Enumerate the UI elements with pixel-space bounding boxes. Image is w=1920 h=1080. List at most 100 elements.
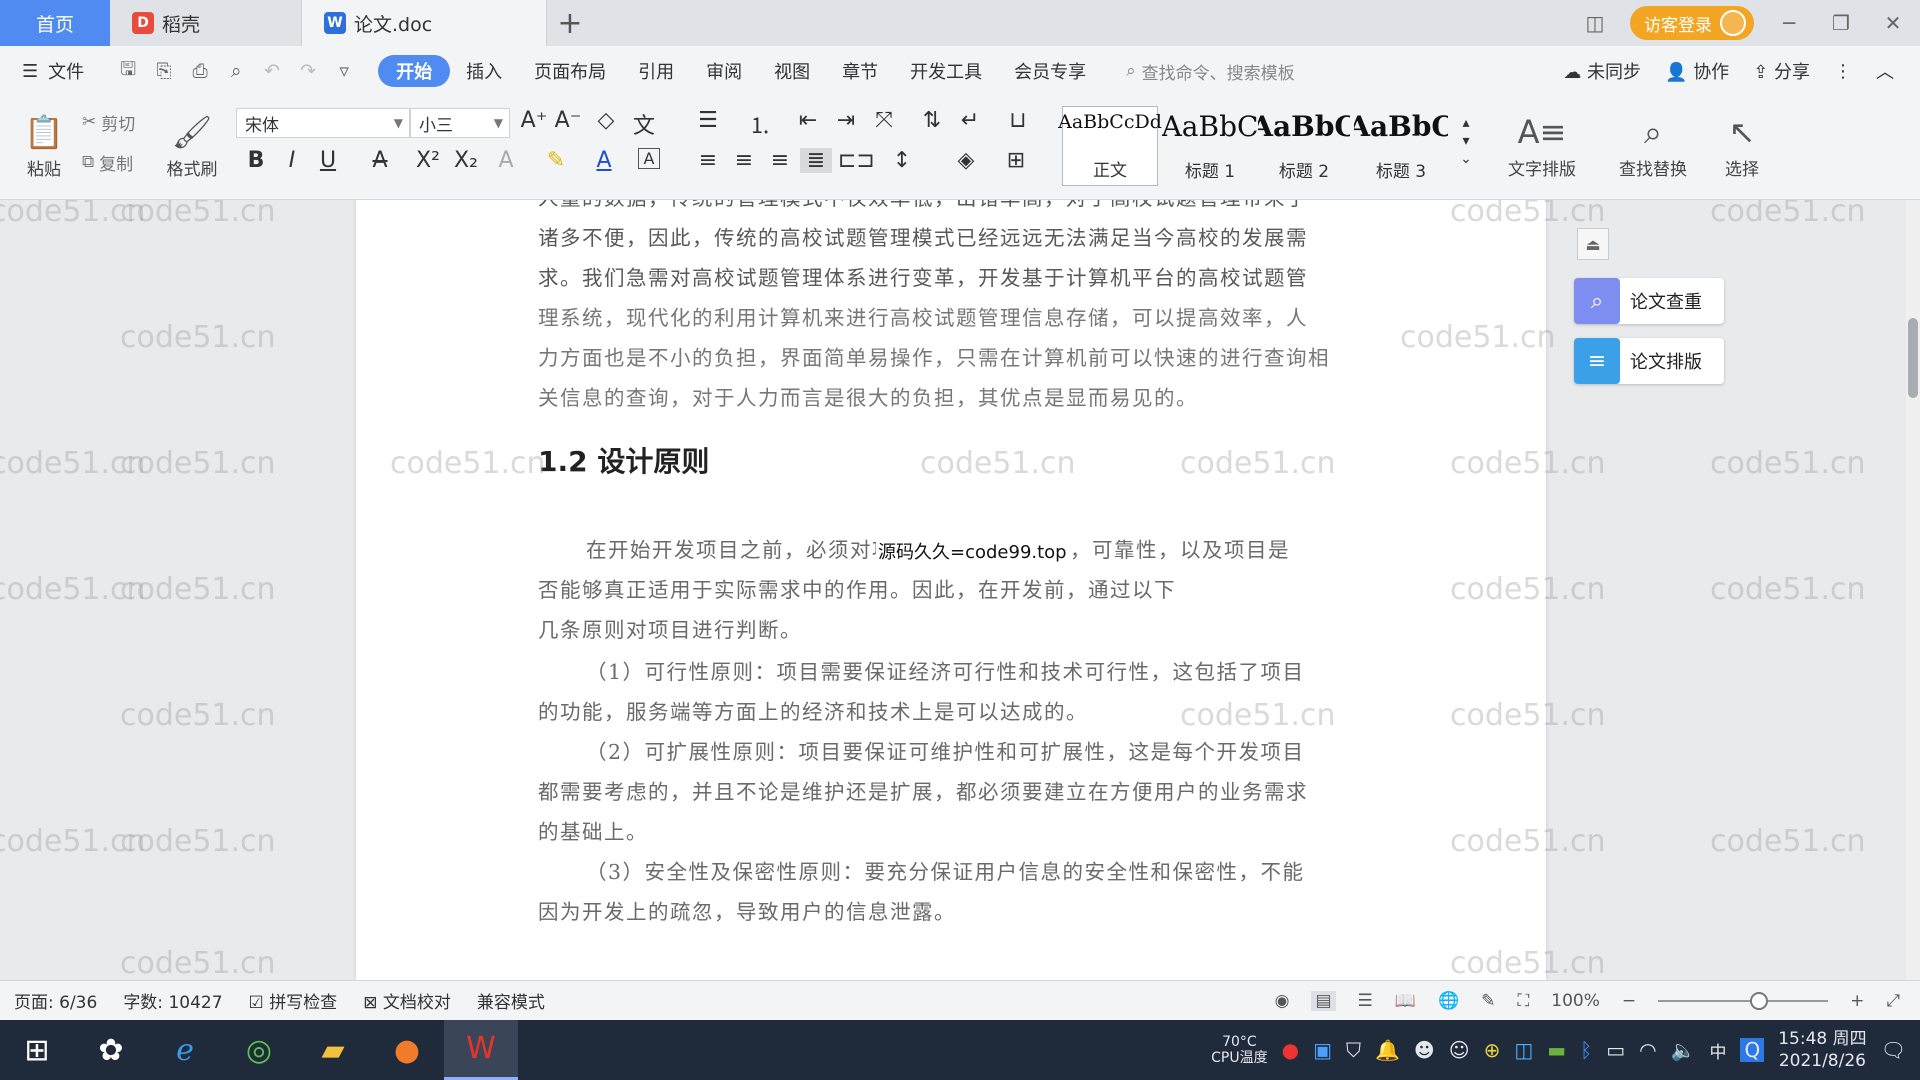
char-border-icon[interactable]: A bbox=[638, 148, 660, 169]
shading-icon[interactable]: ◈ bbox=[950, 148, 982, 173]
annotation-pen-icon[interactable]: ✎ bbox=[1481, 991, 1495, 1011]
vertical-scrollbar[interactable] bbox=[1906, 200, 1920, 980]
line-spacing-icon[interactable]: ↕ bbox=[886, 148, 918, 173]
styles-scroll-icon[interactable]: ▴ ▾ ⌄ bbox=[1450, 114, 1482, 168]
file-explorer-icon[interactable]: ▰ bbox=[296, 1020, 370, 1080]
fit-page-icon[interactable]: ⛶ bbox=[1517, 991, 1529, 1011]
file-menu[interactable]: ☰ 文件 bbox=[22, 58, 84, 84]
decrease-indent-icon[interactable]: ⇤ bbox=[792, 108, 824, 133]
subscript-icon[interactable]: X₂ bbox=[450, 148, 482, 173]
borders-icon[interactable]: ⊞ bbox=[1000, 148, 1032, 173]
browser-360-icon[interactable]: ◎ bbox=[222, 1020, 296, 1080]
scrollbar-thumb[interactable] bbox=[1908, 318, 1918, 398]
menu-developer[interactable]: 开发工具 bbox=[894, 55, 998, 87]
redo-icon[interactable]: ↷ bbox=[290, 60, 326, 82]
font-size-select[interactable]: 小三 ▼ bbox=[410, 108, 510, 138]
tray-shield-icon[interactable]: ⛉ bbox=[1346, 1038, 1361, 1062]
tray-qq-icon[interactable]: ☻ bbox=[1414, 1038, 1435, 1062]
decrease-font-icon[interactable]: A⁻ bbox=[552, 108, 584, 133]
style-heading1[interactable]: AaBbC 标题 1 bbox=[1162, 106, 1258, 186]
ie-browser-icon[interactable]: ℯ bbox=[148, 1020, 222, 1080]
align-center-icon[interactable]: ≡ bbox=[728, 148, 760, 173]
reading-view-icon[interactable]: 📖 bbox=[1395, 991, 1416, 1011]
eye-protection-icon[interactable]: ◉ bbox=[1275, 991, 1290, 1011]
reading-layout-icon[interactable]: ◫ bbox=[1578, 11, 1612, 35]
volume-icon[interactable]: 🔈 bbox=[1671, 1038, 1696, 1062]
game-app-icon[interactable]: ● bbox=[370, 1020, 444, 1080]
menu-insert[interactable]: 插入 bbox=[450, 55, 518, 87]
text-layout-button[interactable]: A≡ 文字排版 bbox=[1494, 104, 1590, 190]
restore-icon[interactable]: ❐ bbox=[1824, 11, 1858, 35]
paper-check-button[interactable]: ⌕ 论文查重 bbox=[1574, 278, 1724, 324]
zoom-level[interactable]: 100% bbox=[1551, 991, 1600, 1011]
windows-start-icon[interactable]: ⊞ bbox=[0, 1020, 74, 1080]
justify-icon[interactable]: ≣ bbox=[800, 148, 832, 173]
tab-document[interactable]: W 论文.doc bbox=[302, 0, 547, 46]
style-heading2[interactable]: AaBbC 标题 2 bbox=[1258, 106, 1350, 186]
spell-check-button[interactable]: ☑ 拼写检查 bbox=[249, 988, 338, 1013]
web-view-icon[interactable]: 🌐 bbox=[1438, 991, 1459, 1011]
new-tab-button[interactable]: + bbox=[547, 0, 593, 46]
distribute-icon[interactable]: ⊏⊐ bbox=[838, 148, 875, 173]
command-search[interactable]: ⌕ 查找命令、搜索模板 bbox=[1126, 59, 1295, 84]
bluetooth-icon[interactable]: ᛒ bbox=[1580, 1038, 1592, 1062]
cpu-temperature[interactable]: 70°C CPU温度 bbox=[1211, 1034, 1267, 1066]
font-name-select[interactable]: 宋体 ▼ bbox=[236, 108, 410, 138]
battery-icon[interactable]: ▭ bbox=[1606, 1038, 1625, 1062]
show-marks-icon[interactable]: ↵ bbox=[954, 108, 986, 133]
export-icon[interactable]: ⎘ bbox=[146, 60, 182, 82]
undo-icon[interactable]: ↶ bbox=[254, 60, 290, 82]
tab-stop-icon[interactable]: ⊔ bbox=[1002, 108, 1034, 133]
page-view-icon[interactable]: ▤ bbox=[1311, 990, 1336, 1011]
doc-proof-button[interactable]: ⊠ 文档校对 bbox=[363, 988, 451, 1013]
wps-writer-icon[interactable]: W bbox=[444, 1020, 518, 1080]
tab-home[interactable]: 首页 bbox=[0, 0, 110, 46]
menu-review[interactable]: 审阅 bbox=[690, 55, 758, 87]
align-right-icon[interactable]: ≡ bbox=[764, 148, 796, 173]
save-icon[interactable]: 🖫 bbox=[110, 55, 146, 87]
document-page[interactable]: 人量的数据，传统的管理模式不仅效率低，出错率高，对于高校试题管理带来了 诸多不便… bbox=[356, 200, 1546, 980]
system-clock[interactable]: 15:48 周四 2021/8/26 bbox=[1778, 1028, 1866, 1072]
paper-layout-button[interactable]: ≡ 论文排版 bbox=[1574, 338, 1724, 384]
zoom-slider-knob[interactable] bbox=[1750, 991, 1769, 1010]
tray-antivirus-icon[interactable]: ● bbox=[1282, 1038, 1299, 1062]
tray-plus-icon[interactable]: ⊕ bbox=[1484, 1038, 1501, 1062]
paste-button[interactable]: 📋 粘贴 bbox=[14, 104, 74, 190]
ime-indicator[interactable]: 中 bbox=[1709, 1038, 1726, 1063]
font-color-icon[interactable]: A bbox=[588, 148, 620, 173]
menu-view[interactable]: 视图 bbox=[758, 55, 826, 87]
chinese-layout-icon[interactable]: ⤧ bbox=[868, 108, 900, 133]
tray-network-tool-icon[interactable]: ▣ bbox=[1313, 1038, 1332, 1062]
sync-status[interactable]: ☁ 未同步 bbox=[1563, 58, 1641, 84]
phonetic-guide-icon[interactable]: 文 bbox=[628, 108, 660, 140]
format-painter-button[interactable]: 🖌 格式刷 bbox=[160, 104, 224, 190]
notification-center-icon[interactable]: 🗨 bbox=[1881, 1038, 1906, 1062]
collapse-panel-button[interactable]: ⏏ bbox=[1577, 228, 1609, 260]
clear-format-icon[interactable]: ◇ bbox=[590, 108, 622, 133]
customize-dropdown-icon[interactable]: ▿ bbox=[326, 60, 362, 82]
superscript-icon[interactable]: X² bbox=[412, 148, 444, 173]
share-button[interactable]: ⇪ 分享 bbox=[1753, 58, 1810, 84]
increase-font-icon[interactable]: A⁺ bbox=[518, 108, 550, 133]
word-count[interactable]: 字数: 10427 bbox=[123, 988, 222, 1013]
fan-app-icon[interactable]: ✿ bbox=[74, 1020, 148, 1080]
style-heading3[interactable]: AaBbC 标题 3 bbox=[1354, 106, 1448, 186]
close-icon[interactable]: ✕ bbox=[1876, 11, 1910, 35]
tab-daoke[interactable]: D 稻壳 bbox=[110, 0, 302, 46]
highlight-icon[interactable]: ✎ bbox=[540, 148, 572, 173]
collaborate-button[interactable]: 👤 协作 bbox=[1665, 58, 1729, 84]
print-preview-icon[interactable]: ⌕ bbox=[218, 60, 254, 82]
sort-icon[interactable]: ⇅ bbox=[916, 108, 948, 133]
menu-page-layout[interactable]: 页面布局 bbox=[518, 55, 622, 87]
select-button[interactable]: ↖ 选择 bbox=[1710, 104, 1774, 190]
tray-bell-icon[interactable]: 🔔 bbox=[1375, 1038, 1400, 1062]
print-icon[interactable]: ⎙ bbox=[182, 60, 218, 82]
bullet-list-icon[interactable]: ☰ bbox=[692, 108, 724, 133]
cut-button[interactable]: ✂ 剪切 bbox=[82, 108, 135, 136]
document-area[interactable]: 人量的数据，传统的管理模式不仅效率低，出错率高，对于高校试题管理带来了 诸多不便… bbox=[0, 200, 1906, 980]
more-options-icon[interactable]: ⋮ bbox=[1834, 61, 1852, 82]
fullscreen-icon[interactable]: ⤢ bbox=[1886, 991, 1900, 1011]
visitor-login-button[interactable]: 访客登录 bbox=[1630, 6, 1754, 40]
outline-view-icon[interactable]: ☰ bbox=[1358, 991, 1373, 1011]
ime-search-icon[interactable]: Q bbox=[1740, 1038, 1765, 1062]
